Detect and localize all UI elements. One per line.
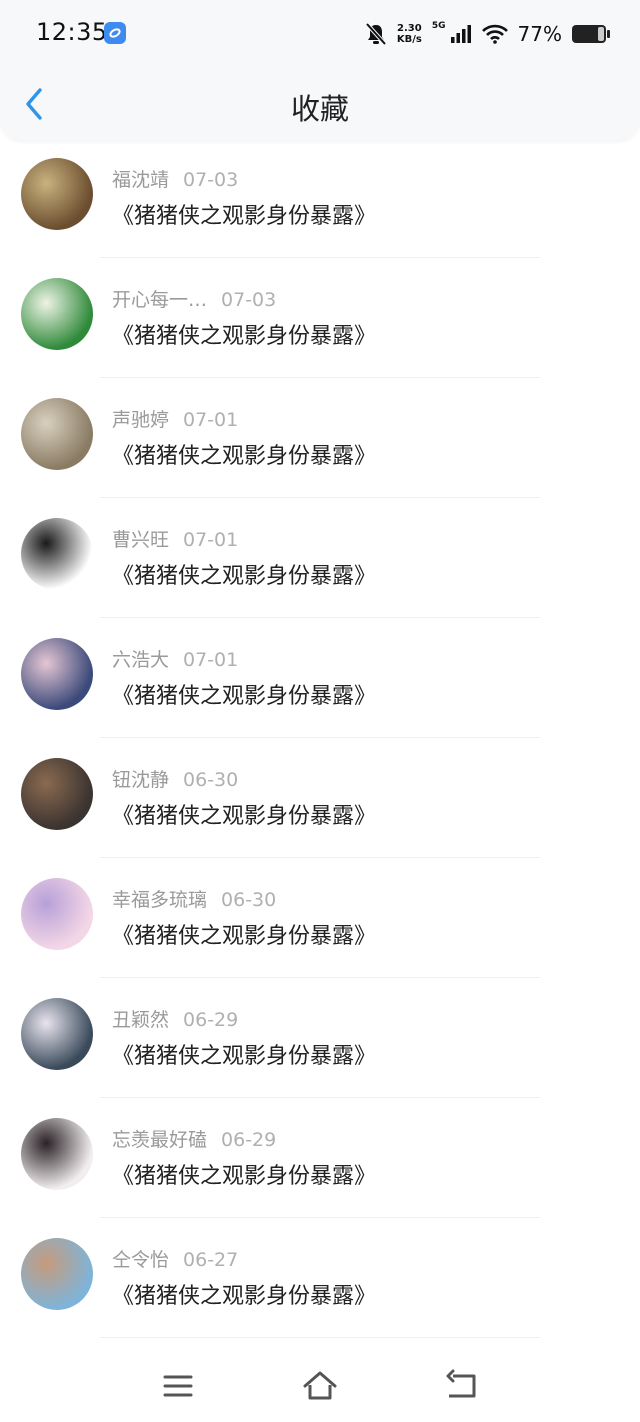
favorite-item[interactable]: 曹兴旺 07-01 《猪猪侠之观影身份暴露》 (0, 498, 640, 618)
favorite-title[interactable]: 《猪猪侠之观影身份暴露》 (112, 198, 376, 230)
favorite-title[interactable]: 《猪猪侠之观影身份暴露》 (112, 438, 376, 470)
avatar[interactable] (21, 158, 93, 230)
favorite-username: 幸福多琉璃 (112, 889, 208, 911)
favorite-date: 07-01 (183, 649, 239, 671)
favorite-meta: 忘羡最好磕 06-29 (112, 1125, 276, 1152)
favorite-title[interactable]: 《猪猪侠之观影身份暴露》 (112, 318, 376, 350)
avatar[interactable] (21, 398, 93, 470)
battery-percent: 77% (517, 22, 562, 46)
page-title: 收藏 (290, 92, 349, 126)
favorite-date: 07-03 (221, 289, 277, 311)
favorite-item[interactable]: 声驰婷 07-01 《猪猪侠之观影身份暴露》 (0, 378, 640, 498)
wifi-icon (481, 24, 508, 44)
favorite-username: 曹兴旺 (112, 529, 170, 551)
favorites-list: 福沈靖 07-03 《猪猪侠之观影身份暴露》 开心每一… 07-03 《猪猪侠之观影身份暴… (0, 138, 640, 1338)
favorite-meta: 幸福多琉璃 06-30 (112, 885, 276, 912)
favorite-meta: 开心每一… 07-03 (112, 285, 276, 312)
avatar[interactable] (21, 758, 93, 830)
app-icon (104, 22, 126, 44)
favorite-item[interactable]: 钮沈静 06-30 《猪猪侠之观影身份暴露》 (0, 738, 640, 858)
favorite-username: 丑颖然 (112, 1009, 170, 1031)
favorite-username: 仝令怡 (112, 1249, 170, 1271)
favorite-title[interactable]: 《猪猪侠之观影身份暴露》 (112, 1278, 376, 1310)
back-icon (446, 1369, 476, 1398)
favorite-date: 06-29 (221, 1129, 277, 1151)
divider (100, 1337, 540, 1338)
battery-icon (572, 25, 610, 43)
menu-button[interactable] (160, 1368, 196, 1404)
favorite-title[interactable]: 《猪猪侠之观影身份暴露》 (112, 1038, 376, 1070)
home-button[interactable] (302, 1368, 338, 1404)
favorite-date: 07-01 (183, 529, 239, 551)
avatar[interactable] (21, 518, 93, 590)
network-type: 5G (431, 21, 446, 31)
favorite-item[interactable]: 丑颖然 06-29 《猪猪侠之观影身份暴露》 (0, 978, 640, 1098)
status-bar: 12:35 2.30 KB/s 5G 77% (0, 0, 640, 68)
avatar[interactable] (21, 1238, 93, 1310)
favorite-meta: 曹兴旺 07-01 (112, 525, 238, 552)
signal-icon (450, 25, 471, 43)
avatar[interactable] (21, 878, 93, 950)
status-time: 12:35 (36, 18, 108, 46)
favorite-item[interactable]: 开心每一… 07-03 《猪猪侠之观影身份暴露》 (0, 258, 640, 378)
favorite-date: 07-01 (183, 409, 239, 431)
favorite-date: 06-30 (183, 769, 239, 791)
favorite-item[interactable]: 六浩大 07-01 《猪猪侠之观影身份暴露》 (0, 618, 640, 738)
favorite-username: 忘羡最好磕 (112, 1129, 208, 1151)
favorite-username: 六浩大 (112, 649, 170, 671)
favorite-title[interactable]: 《猪猪侠之观影身份暴露》 (112, 558, 376, 590)
favorite-date: 06-30 (221, 889, 277, 911)
favorite-meta: 丑颖然 06-29 (112, 1005, 238, 1032)
avatar[interactable] (21, 998, 93, 1070)
favorite-username: 钮沈静 (112, 769, 170, 791)
favorite-meta: 钮沈静 06-30 (112, 765, 238, 792)
favorite-title[interactable]: 《猪猪侠之观影身份暴露》 (112, 1158, 376, 1190)
net-speed-value: 2.30 (397, 23, 422, 34)
avatar[interactable] (21, 638, 93, 710)
favorite-date: 06-27 (183, 1249, 239, 1271)
avatar[interactable] (21, 278, 93, 350)
net-speed-unit: KB/s (396, 34, 422, 45)
favorite-meta: 福沈靖 07-03 (112, 165, 238, 192)
home-icon (303, 1371, 337, 1400)
favorite-meta: 声驰婷 07-01 (112, 405, 238, 432)
status-icons: 2.30 KB/s 5G 77% (365, 18, 610, 50)
favorite-date: 06-29 (183, 1009, 239, 1031)
favorite-date: 07-03 (183, 169, 239, 191)
avatar[interactable] (21, 1118, 93, 1190)
favorite-meta: 六浩大 07-01 (112, 645, 238, 672)
header: 收藏 (0, 68, 640, 140)
back-nav-button[interactable] (444, 1368, 480, 1404)
favorite-title[interactable]: 《猪猪侠之观影身份暴露》 (112, 678, 376, 710)
menu-icon (163, 1375, 193, 1397)
favorite-title[interactable]: 《猪猪侠之观影身份暴露》 (112, 918, 376, 950)
favorite-title[interactable]: 《猪猪侠之观影身份暴露》 (112, 798, 376, 830)
favorite-item[interactable]: 忘羡最好磕 06-29 《猪猪侠之观影身份暴露》 (0, 1098, 640, 1218)
favorite-username: 声驰婷 (112, 409, 170, 431)
favorite-username: 福沈靖 (112, 169, 170, 191)
mute-bell-icon (365, 22, 387, 46)
favorite-username: 开心每一… (112, 289, 208, 311)
favorite-item[interactable]: 幸福多琉璃 06-30 《猪猪侠之观影身份暴露》 (0, 858, 640, 978)
favorite-item[interactable]: 仝令怡 06-27 《猪猪侠之观影身份暴露》 (0, 1218, 640, 1338)
favorite-meta: 仝令怡 06-27 (112, 1245, 238, 1272)
favorite-item[interactable]: 福沈靖 07-03 《猪猪侠之观影身份暴露》 (0, 138, 640, 258)
net-speed: 2.30 KB/s (397, 23, 422, 45)
system-nav-bar (0, 1352, 640, 1422)
